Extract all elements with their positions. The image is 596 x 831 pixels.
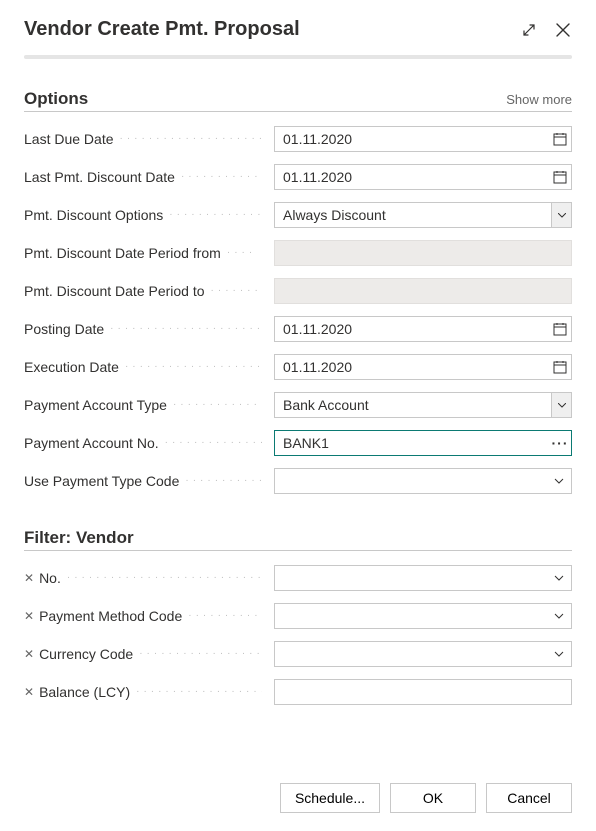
- label-pmt-discount-date-to: Pmt. Discount Date Period to: [24, 283, 205, 299]
- field-filter-no: ✕ No. ·····························: [24, 565, 572, 591]
- field-pmt-discount-options: Pmt. Discount Options ··················…: [24, 202, 572, 228]
- field-execution-date: Execution Date ·························…: [24, 354, 572, 380]
- select-pmt-discount-options[interactable]: Always Discount: [274, 202, 572, 228]
- select-filter-currency-code[interactable]: [274, 641, 572, 667]
- chevron-down-icon[interactable]: [547, 641, 571, 667]
- calendar-icon[interactable]: [548, 164, 572, 190]
- section-title-options: Options: [24, 89, 506, 109]
- ok-button[interactable]: OK: [390, 783, 476, 813]
- input-filter-balance-lcy[interactable]: [274, 679, 572, 705]
- input-pmt-discount-date-from: [274, 240, 572, 266]
- field-filter-payment-method-code: ✕ Payment Method Code ··················…: [24, 603, 572, 629]
- label-filter-currency-code: Currency Code: [39, 646, 133, 662]
- dialog-title: Vendor Create Pmt. Proposal: [24, 18, 520, 41]
- field-payment-account-no: Payment Account No. ····················…: [24, 430, 572, 456]
- section-header-filter-vendor: Filter: Vendor: [24, 528, 572, 548]
- dialog-header: Vendor Create Pmt. Proposal: [0, 0, 596, 55]
- field-last-pmt-discount-date: Last Pmt. Discount Date ················…: [24, 164, 572, 190]
- field-payment-account-type: Payment Account Type ···················…: [24, 392, 572, 418]
- field-pmt-discount-date-to: Pmt. Discount Date Period to ···········: [24, 278, 572, 304]
- label-posting-date: Posting Date: [24, 321, 104, 337]
- calendar-icon[interactable]: [548, 316, 572, 342]
- chevron-down-icon[interactable]: [547, 603, 571, 629]
- label-use-payment-type-code: Use Payment Type Code: [24, 473, 179, 489]
- dialog: Vendor Create Pmt. Proposal Options Show…: [0, 0, 596, 831]
- field-filter-currency-code: ✕ Currency Code ························…: [24, 641, 572, 667]
- field-last-due-date: Last Due Date ··························…: [24, 126, 572, 152]
- label-filter-no: No.: [39, 570, 61, 586]
- section-divider: [24, 550, 572, 551]
- calendar-icon[interactable]: [548, 354, 572, 380]
- remove-filter-icon[interactable]: ✕: [24, 647, 34, 661]
- label-execution-date: Execution Date: [24, 359, 119, 375]
- chevron-down-icon[interactable]: [547, 565, 571, 591]
- input-execution-date[interactable]: [274, 354, 572, 380]
- input-pmt-discount-date-to: [274, 278, 572, 304]
- label-pmt-discount-options: Pmt. Discount Options: [24, 207, 163, 223]
- select-filter-payment-method-code[interactable]: [274, 603, 572, 629]
- remove-filter-icon[interactable]: ✕: [24, 685, 34, 699]
- section-title-filter-vendor: Filter: Vendor: [24, 528, 572, 548]
- show-more-link[interactable]: Show more: [506, 92, 572, 107]
- label-filter-payment-method-code: Payment Method Code: [39, 608, 182, 624]
- scroll-area[interactable]: Options Show more Last Due Date ········…: [0, 67, 596, 769]
- header-icons: [520, 21, 572, 39]
- chevron-down-icon[interactable]: [547, 468, 571, 494]
- schedule-button[interactable]: Schedule...: [280, 783, 380, 813]
- label-last-due-date: Last Due Date: [24, 131, 114, 147]
- expand-icon[interactable]: [520, 21, 538, 39]
- select-payment-account-type[interactable]: Bank Account: [274, 392, 572, 418]
- chevron-down-icon[interactable]: [551, 203, 571, 227]
- field-filter-balance-lcy: ✕ Balance (LCY) ························…: [24, 679, 572, 705]
- input-payment-account-no[interactable]: [274, 430, 572, 456]
- field-pmt-discount-date-from: Pmt. Discount Date Period from ····: [24, 240, 572, 266]
- calendar-icon[interactable]: [548, 126, 572, 152]
- select-filter-no[interactable]: [274, 565, 572, 591]
- label-pmt-discount-date-from: Pmt. Discount Date Period from: [24, 245, 221, 261]
- input-posting-date[interactable]: [274, 316, 572, 342]
- cancel-button[interactable]: Cancel: [486, 783, 572, 813]
- section-divider: [24, 111, 572, 112]
- input-last-pmt-discount-date[interactable]: [274, 164, 572, 190]
- lookup-icon[interactable]: ···: [548, 430, 572, 456]
- select-use-payment-type-code[interactable]: [274, 468, 572, 494]
- field-posting-date: Posting Date ···························…: [24, 316, 572, 342]
- input-last-due-date[interactable]: [274, 126, 572, 152]
- remove-filter-icon[interactable]: ✕: [24, 571, 34, 585]
- dialog-footer: Schedule... OK Cancel: [0, 769, 596, 831]
- label-last-pmt-discount-date: Last Pmt. Discount Date: [24, 169, 175, 185]
- remove-filter-icon[interactable]: ✕: [24, 609, 34, 623]
- label-payment-account-type: Payment Account Type: [24, 397, 167, 413]
- close-icon[interactable]: [554, 21, 572, 39]
- label-payment-account-no: Payment Account No.: [24, 435, 159, 451]
- label-filter-balance-lcy: Balance (LCY): [39, 684, 130, 700]
- field-use-payment-type-code: Use Payment Type Code ··················…: [24, 468, 572, 494]
- header-divider: [24, 55, 572, 59]
- section-header-options: Options Show more: [24, 89, 572, 109]
- chevron-down-icon[interactable]: [551, 393, 571, 417]
